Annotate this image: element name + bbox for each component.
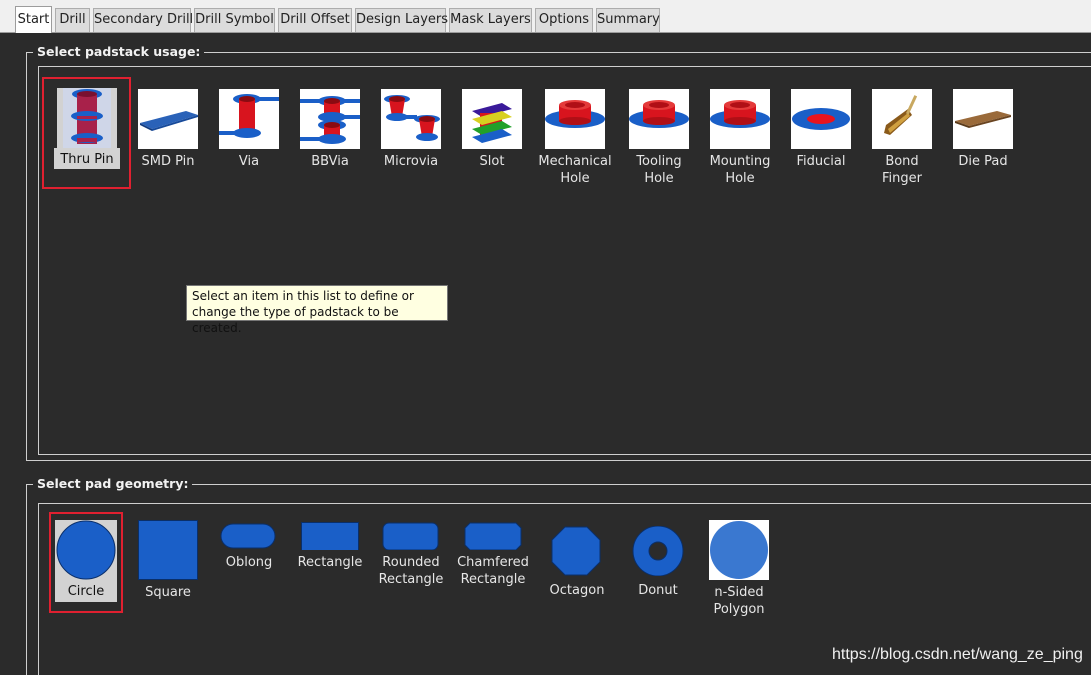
- tab-bar: Start Drill Secondary Drill Drill Symbol…: [0, 0, 1091, 33]
- tab-summary[interactable]: Summary: [596, 8, 660, 32]
- geometry-item-rectangle[interactable]: Rectangle: [289, 520, 371, 571]
- rounded-rectangle-icon: [370, 520, 452, 550]
- usage-label-bond-finger: Bond Finger: [882, 154, 922, 186]
- n-sided-polygon-icon: [709, 520, 769, 580]
- tab-mask-layers[interactable]: Mask Layers: [449, 8, 532, 32]
- usage-item-microvia[interactable]: Microvia: [371, 89, 451, 170]
- padstack-usage-title: Select padstack usage:: [33, 44, 205, 59]
- usage-item-fiducial[interactable]: Fiducial: [781, 89, 861, 170]
- donut-icon: [617, 526, 699, 578]
- usage-item-bbvia[interactable]: BBVia: [290, 89, 370, 170]
- usage-label-bbvia: BBVia: [311, 154, 349, 169]
- usage-label-die-pad: Die Pad: [958, 154, 1008, 169]
- usage-label-mechanical-hole: Mechanical Hole: [538, 154, 612, 186]
- die-pad-icon: [953, 89, 1013, 149]
- usage-item-mechanical-hole[interactable]: Mechanical Hole: [535, 89, 615, 187]
- geometry-label-circle: Circle: [55, 580, 117, 602]
- tab-design-layers[interactable]: Design Layers: [355, 8, 448, 32]
- geometry-item-octagon[interactable]: Octagon: [536, 526, 618, 599]
- usage-item-mounting-hole[interactable]: Mounting Hole: [700, 89, 780, 187]
- usage-label-via: Via: [238, 154, 260, 169]
- usage-label-smd-pin: SMD Pin: [141, 154, 195, 169]
- usage-label-slot: Slot: [479, 154, 505, 169]
- octagon-icon: [536, 526, 618, 578]
- geometry-label-oblong: Oblong: [225, 555, 273, 570]
- usage-label-microvia: Microvia: [383, 154, 439, 169]
- mechanical-hole-icon: [545, 89, 605, 149]
- geometry-label-rectangle: Rectangle: [297, 555, 363, 570]
- usage-label-tooling-hole: Tooling Hole: [636, 154, 682, 186]
- tab-options[interactable]: Options: [535, 8, 593, 32]
- geometry-item-n-sided-polygon[interactable]: n-Sided Polygon: [698, 520, 780, 618]
- tab-drill-offset[interactable]: Drill Offset: [278, 8, 352, 32]
- usage-tooltip: Select an item in this list to define or…: [186, 285, 448, 335]
- usage-item-via[interactable]: Via: [209, 89, 289, 170]
- usage-label-thru-pin: Thru Pin: [54, 148, 120, 169]
- via-icon: [219, 89, 279, 149]
- geometry-item-chamfered-rectangle[interactable]: Chamfered Rectangle: [452, 520, 534, 588]
- geometry-item-oblong[interactable]: Oblong: [208, 520, 290, 571]
- usage-item-bond-finger[interactable]: Bond Finger: [862, 89, 942, 187]
- fiducial-icon: [791, 89, 851, 149]
- usage-item-slot[interactable]: Slot: [452, 89, 532, 170]
- square-icon: [127, 520, 209, 580]
- geometry-label-donut: Donut: [638, 583, 678, 598]
- geometry-label-chamfered-rectangle: Chamfered Rectangle: [457, 555, 529, 587]
- geometry-item-square[interactable]: Square: [127, 520, 209, 601]
- oblong-icon: [208, 520, 290, 550]
- tooling-hole-icon: [629, 89, 689, 149]
- watermark-text: https://blog.csdn.net/wang_ze_ping: [832, 646, 1083, 663]
- tab-drill-symbol[interactable]: Drill Symbol: [194, 8, 275, 32]
- geometry-item-circle[interactable]: Circle: [45, 520, 127, 602]
- pad-geometry-title: Select pad geometry:: [33, 476, 193, 491]
- chamfered-rectangle-icon: [452, 520, 534, 550]
- usage-label-fiducial: Fiducial: [796, 154, 846, 169]
- slot-icon: [462, 89, 522, 149]
- circle-icon: [55, 520, 117, 580]
- geometry-item-rounded-rectangle[interactable]: Rounded Rectangle: [370, 520, 452, 588]
- geometry-label-square: Square: [145, 585, 191, 600]
- usage-label-mounting-hole: Mounting Hole: [709, 154, 771, 186]
- bbvia-icon: [300, 89, 360, 149]
- geometry-label-n-sided-polygon: n-Sided Polygon: [713, 585, 765, 617]
- thru-pin-icon: [57, 88, 117, 148]
- mounting-hole-icon: [710, 89, 770, 149]
- bond-finger-icon: [872, 89, 932, 149]
- usage-item-smd-pin[interactable]: SMD Pin: [128, 89, 208, 170]
- geometry-item-donut[interactable]: Donut: [617, 526, 699, 599]
- usage-item-die-pad[interactable]: Die Pad: [943, 89, 1023, 170]
- usage-item-tooling-hole[interactable]: Tooling Hole: [619, 89, 699, 187]
- rectangle-icon: [289, 520, 371, 550]
- geometry-label-rounded-rectangle: Rounded Rectangle: [378, 555, 444, 587]
- smd-pin-icon: [138, 89, 198, 149]
- microvia-icon: [381, 89, 441, 149]
- tab-secondary-drill[interactable]: Secondary Drill: [93, 8, 193, 32]
- usage-item-thru-pin[interactable]: Thru Pin: [47, 88, 127, 169]
- tab-drill[interactable]: Drill: [55, 8, 90, 32]
- tab-start[interactable]: Start: [15, 6, 52, 33]
- geometry-label-octagon: Octagon: [549, 583, 605, 598]
